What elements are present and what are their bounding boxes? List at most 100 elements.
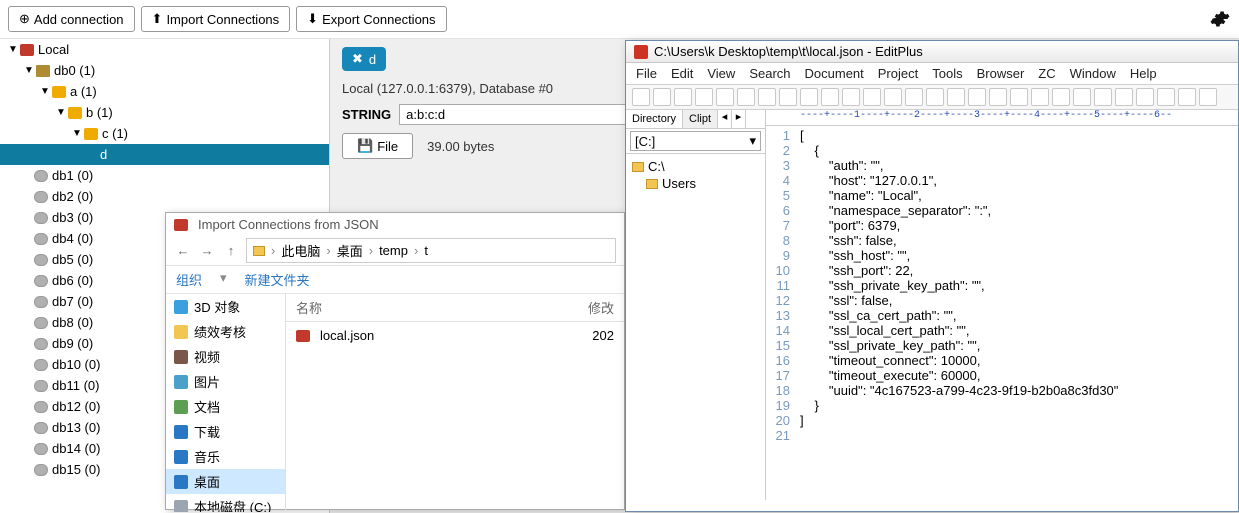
toolbar-icon[interactable] [779, 88, 797, 106]
toolbar-icon[interactable] [632, 88, 650, 106]
file-list[interactable]: 名称 修改 local.json 202 [286, 294, 624, 512]
chevron-down-icon: ▾ [749, 133, 756, 149]
menu-item[interactable]: View [707, 66, 735, 81]
toolbar-icon[interactable] [800, 88, 818, 106]
tab-scroll-left[interactable]: ◂ [718, 110, 732, 128]
menu-item[interactable]: ZC [1038, 66, 1055, 81]
crumb[interactable]: 此电脑 [281, 241, 320, 260]
tab-scroll-right[interactable]: ▸ [732, 110, 746, 128]
toolbar-icon[interactable] [1094, 88, 1112, 106]
tree-node-namespace-c[interactable]: ▼ c (1) [0, 123, 329, 144]
nav-back-button[interactable]: ← [174, 243, 192, 258]
toolbar-icon[interactable] [1199, 88, 1217, 106]
add-connection-button[interactable]: ⊕ Add connection [8, 6, 135, 32]
toolbar-icon[interactable] [947, 88, 965, 106]
editplus-titlebar[interactable]: C:\Users\k Desktop\temp\t\local.json - E… [626, 41, 1238, 63]
toolbar-icon[interactable] [695, 88, 713, 106]
tree-node-namespace-b[interactable]: ▼ b (1) [0, 102, 329, 123]
toolbar-icon[interactable] [1115, 88, 1133, 106]
toolbar-icon[interactable] [1010, 88, 1028, 106]
col-modified[interactable]: 修改 [564, 298, 614, 317]
tree-node-server[interactable]: ▼ Local [0, 39, 329, 60]
folder-icon [646, 179, 658, 189]
toolbar-icon[interactable] [926, 88, 944, 106]
toolbar-icon[interactable] [1052, 88, 1070, 106]
tree-node-db[interactable]: db1 (0) [0, 165, 329, 186]
menu-item[interactable]: Browser [977, 66, 1025, 81]
tree-node-db0[interactable]: ▼ db0 (1) [0, 60, 329, 81]
key-tab[interactable]: ✖ d [342, 47, 386, 71]
folder-tree[interactable]: C:\ Users [626, 154, 765, 196]
new-folder-button[interactable]: 新建文件夹 [245, 270, 310, 289]
code-editor[interactable]: 123456789101112131415161718192021 [ { "a… [766, 126, 1238, 500]
settings-button[interactable] [1209, 8, 1231, 30]
place-item[interactable]: 下载 [166, 419, 285, 444]
toolbar-icon[interactable] [1178, 88, 1196, 106]
toolbar-icon[interactable] [1031, 88, 1049, 106]
folder-node[interactable]: C:\ [632, 158, 759, 175]
nav-up-button[interactable]: ↑ [222, 243, 240, 258]
toolbar-icon[interactable] [884, 88, 902, 106]
toolbar-icon[interactable] [1073, 88, 1091, 106]
directory-tab[interactable]: Directory [626, 110, 683, 128]
menu-item[interactable]: Edit [671, 66, 693, 81]
toolbar-icon[interactable] [821, 88, 839, 106]
line-gutter: 123456789101112131415161718192021 [766, 126, 796, 500]
editplus-toolbar[interactable] [626, 85, 1238, 110]
code-content[interactable]: [ { "auth": "", "host": "127.0.0.1", "na… [796, 126, 1122, 500]
tree-node-db[interactable]: db2 (0) [0, 186, 329, 207]
toolbar-icon[interactable] [758, 88, 776, 106]
menu-item[interactable]: Document [805, 66, 864, 81]
toolbar-icon[interactable] [1157, 88, 1175, 106]
menu-item[interactable]: Search [749, 66, 790, 81]
place-label: 视频 [194, 347, 220, 366]
close-icon[interactable]: ✖ [352, 51, 363, 67]
tree-label: db1 (0) [52, 168, 93, 183]
key-name-input[interactable]: a:b:c:d [399, 104, 649, 125]
crumb[interactable]: 桌面 [337, 241, 363, 260]
tree-node-key-d[interactable]: d [0, 144, 329, 165]
editplus-menubar[interactable]: File Edit View Search Document Project Tools Br… [626, 63, 1238, 85]
toolbar-icon[interactable] [989, 88, 1007, 106]
drive-select[interactable]: [C:] ▾ [630, 131, 761, 151]
place-item[interactable]: 绩效考核 [166, 319, 285, 344]
tree-node-namespace-a[interactable]: ▼ a (1) [0, 81, 329, 102]
menu-item[interactable]: Help [1130, 66, 1157, 81]
toolbar-icon[interactable] [968, 88, 986, 106]
cliptext-tab[interactable]: Clipt [683, 110, 718, 128]
organize-menu[interactable]: 组织 [176, 270, 202, 289]
toolbar-icon[interactable] [737, 88, 755, 106]
toolbar-icon[interactable] [674, 88, 692, 106]
place-item[interactable]: 视频 [166, 344, 285, 369]
folder-node[interactable]: Users [632, 175, 759, 192]
place-icon [174, 500, 188, 513]
menu-item[interactable]: Project [878, 66, 918, 81]
tree-label: c (1) [102, 126, 128, 141]
places-sidebar[interactable]: 3D 对象绩效考核视频图片文档下载音乐桌面本地磁盘 (C:) [166, 294, 286, 512]
toolbar-icon[interactable] [842, 88, 860, 106]
breadcrumb[interactable]: › 此电脑› 桌面› temp› t [246, 238, 616, 263]
toolbar-icon[interactable] [653, 88, 671, 106]
place-item[interactable]: 本地磁盘 (C:) [166, 494, 285, 512]
place-icon [174, 450, 188, 464]
place-item[interactable]: 音乐 [166, 444, 285, 469]
file-button[interactable]: 💾 File [342, 133, 413, 159]
crumb[interactable]: t [424, 243, 428, 258]
place-item[interactable]: 文档 [166, 394, 285, 419]
col-name[interactable]: 名称 [296, 298, 564, 317]
menu-item[interactable]: Tools [932, 66, 962, 81]
import-connections-button[interactable]: ⬆ Import Connections [141, 6, 291, 32]
place-item[interactable]: 图片 [166, 369, 285, 394]
crumb[interactable]: temp [379, 243, 408, 258]
toolbar-icon[interactable] [905, 88, 923, 106]
file-row[interactable]: local.json 202 [286, 322, 624, 349]
place-item[interactable]: 3D 对象 [166, 294, 285, 319]
toolbar-icon[interactable] [863, 88, 881, 106]
export-connections-button[interactable]: ⬇ Export Connections [296, 6, 446, 32]
nav-forward-button[interactable]: → [198, 243, 216, 258]
menu-item[interactable]: File [636, 66, 657, 81]
place-item[interactable]: 桌面 [166, 469, 285, 494]
toolbar-icon[interactable] [716, 88, 734, 106]
toolbar-icon[interactable] [1136, 88, 1154, 106]
menu-item[interactable]: Window [1070, 66, 1116, 81]
